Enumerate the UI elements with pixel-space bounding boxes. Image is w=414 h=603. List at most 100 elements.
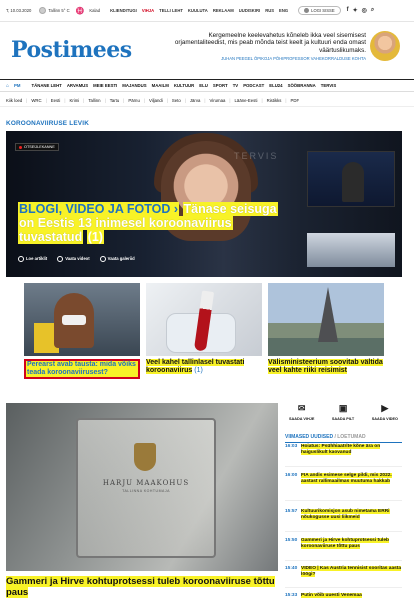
news-title: Putin võib uuesti Venemaa [301,593,362,599]
nav-majandus[interactable]: MAJANDUS [122,83,146,88]
camera-icon: ▣ [338,403,348,413]
link-vihja[interactable]: VIHJA [142,8,154,13]
nav-pm[interactable]: PM [14,83,20,88]
news-item[interactable]: 15:40 VIDEO | Kas Austria tennisist soor… [285,566,402,578]
facebook-icon[interactable]: f [347,7,349,14]
nav-podcast[interactable]: PODCAST [243,83,264,88]
nav-maailm[interactable]: MAAILM [152,83,169,88]
tab-most-read[interactable]: LOETUMAD [337,434,365,440]
nav-kultuur[interactable]: KULTUUR [174,83,194,88]
subnav-tallinn[interactable]: Tallinn [88,98,100,103]
subnav-virumaa[interactable]: Virumaa [209,98,225,103]
subnav-jarva[interactable]: Järva [190,98,201,103]
divider [285,560,402,561]
subnav-tartu[interactable]: Tartu [110,98,120,103]
story-image[interactable] [146,283,262,356]
site-logo[interactable]: Postimees [11,37,132,63]
hero-inset-video[interactable] [307,151,395,207]
subnav-ristikks[interactable]: Ristikks [267,98,282,103]
nav-arvamus[interactable]: ARVAMUS [67,83,88,88]
view-gallery-button[interactable]: Vaata galeriid [99,256,135,262]
watch-video-button[interactable]: Vaata videot [57,256,90,262]
board-subtitle: TALLINNA KOHTUMAJA [122,489,170,493]
link-telli-leht[interactable]: TELLI LEHT [159,8,183,13]
news-title-text: VIDEO | Kas Austria tennisist sooritas a… [301,566,402,577]
story-title[interactable]: Veel kahel tallinlasel tuvastati koroona… [146,359,262,375]
tab-latest[interactable]: VIIMASED UUDISED [285,434,333,440]
separator: | [123,97,125,103]
opinion-promo[interactable]: Kergemeelne keelevahetus kõneleb ikka ve… [168,32,366,62]
hero-story[interactable]: TERVIS OTSEÜLEKANNE BLOGI, VIDEO JA FOTO… [6,131,402,277]
story-image[interactable] [24,283,140,356]
news-time: 15:40 [285,566,298,571]
play-icon [57,256,64,262]
subnav-laane-eesti[interactable]: Lääne-Eesti [235,98,258,103]
nav-elu24[interactable]: ELU24 [269,83,282,88]
subnav-viljandi[interactable]: Viljandi [149,98,163,103]
story-title[interactable]: Perearst avab tausta: mida võiks teada k… [24,359,140,379]
weather-widget[interactable]: Tallinn 5° C [39,7,70,14]
big-story-title[interactable]: Gammeri ja Hirve kohtuprotsessi tuleb ko… [6,576,278,598]
home-icon[interactable]: ⌂ [6,83,9,89]
subnav-kiik-loed[interactable]: Kiik loed [6,98,22,103]
login-label: LOGI SISSE [311,8,335,13]
nav-tanane-leht[interactable]: TÄNANE LEHT [31,83,61,88]
search-icon[interactable]: ⌕ [371,7,374,14]
big-story-image[interactable]: HARJU MAAKOHUS TALLINNA KOHTUMAJA [6,403,278,571]
news-item[interactable]: 15:57 Kultuurikomisjon asub nimetama ERR… [285,509,402,521]
nav-meie-eesti[interactable]: MEIE EESTI [93,83,117,88]
read-article-button[interactable]: Loe artiklit [18,256,47,262]
subnav-krimi[interactable]: Krimi [69,98,79,103]
img-shape [318,287,338,342]
horoscope-link[interactable]: Kalad [89,8,100,13]
story-image[interactable] [268,283,384,356]
subnav-seto[interactable]: Seto [172,98,181,103]
top-utility-bar: T, 10.03.2020 Tallinn 5° C ♓ Kalad KLIEN… [0,0,414,22]
hero-actions: Loe artiklit Vaata videot Vaata galeriid [18,256,135,262]
sub-navigation: Kiik loed | WRC | Eesti | Krimi | Tallinn | T… [0,94,414,107]
author-avatar[interactable] [370,31,400,61]
story-card[interactable]: Perearst avab tausta: mida võiks teada k… [24,283,140,379]
news-title-text: Kultuurikomisjon asub nimetama ERRi nõuk… [301,509,390,520]
subnav-parnu[interactable]: Pärnu [128,98,139,103]
link-rus[interactable]: RUS [265,8,274,13]
news-item[interactable]: 15:33 Putin võib uuesti Venemaa [285,593,402,599]
link-uudiskiri[interactable]: UUDISKIRI [239,8,260,13]
news-item[interactable]: 16:03 Hoiatus: Psühhiaatrite kõne ära on… [285,444,402,456]
send-tip-button[interactable]: ✉ SAADA VIHJE [289,403,314,429]
nav-elu[interactable]: ELU [199,83,208,88]
login-button[interactable]: LOGI SISSE [298,6,341,15]
send-video-button[interactable]: ▶ SAADA VIDEO [372,403,398,429]
instagram-icon[interactable]: ◎ [362,7,367,14]
link-eng[interactable]: ENG [279,8,288,13]
send-photo-button[interactable]: ▣ SAADA PILT [332,403,354,429]
hero-headline[interactable]: BLOGI, VIDEO JA FOTOD › Tänase seisuga o… [18,202,294,244]
nav-sport[interactable]: SPORT [213,83,228,88]
subnav-pdf[interactable]: PDF [291,98,300,103]
divider [285,500,402,501]
hero-inset-photo[interactable] [307,233,395,267]
send-tip-label: SAADA VIHJE [289,417,315,421]
nav-soobranna[interactable]: SÖÖBRANNA [288,83,316,88]
nav-tv[interactable]: TV [233,83,239,88]
subnav-wrc[interactable]: WRC [31,98,41,103]
news-item[interactable]: 15:50 Gammeri ja Hirve kohtuprotsessi tu… [285,538,402,550]
news-title: Gammeri ja Hirve kohtuprotsessi tuleb ko… [301,538,402,550]
story-title[interactable]: Välisministeerium soovitab vältida veel … [268,359,384,375]
send-photo-label: SAADA PILT [331,417,355,421]
story-card[interactable]: Välisministeerium soovitab vältida veel … [268,283,384,375]
news-time: 15:57 [285,509,298,514]
mail-icon: ✉ [297,403,306,413]
link-reklaam[interactable]: REKLAAM [213,8,234,13]
nav-tervis[interactable]: TERVIS [321,83,336,88]
twitter-icon[interactable]: ✦ [353,7,358,14]
link-kuuluta[interactable]: KUULUTA [188,8,208,13]
news-title-text: Gammeri ja Hirve kohtuprotsessi tuleb ko… [301,538,389,549]
weather-icon [39,7,47,14]
story-card[interactable]: Veel kahel tallinlasel tuvastati koroona… [146,283,262,375]
divider [285,466,402,467]
news-item[interactable]: 16:00 FIA andis esimese selge pildi, mis… [285,473,402,485]
section-title[interactable]: KOROONAVIIRUSE LEVIK [6,120,89,127]
subnav-eesti[interactable]: Eesti [51,98,61,103]
link-kliendittugi[interactable]: KLIENDITUGI [110,8,137,13]
